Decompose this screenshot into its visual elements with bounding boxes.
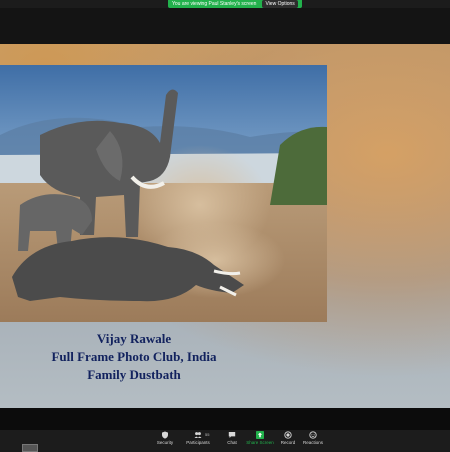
shared-slide: Vijay Rawale Full Frame Photo Club, Indi…	[0, 44, 450, 408]
participants-label: Participants	[186, 440, 210, 445]
slide-caption: Vijay Rawale Full Frame Photo Club, Indi…	[0, 330, 268, 384]
video-area-bottom	[0, 408, 450, 430]
elephant-photo	[0, 65, 327, 322]
self-view-thumbnail[interactable]	[22, 444, 38, 452]
security-label: Security	[156, 440, 174, 445]
club-name: Full Frame Photo Club, India	[51, 349, 217, 364]
chat-label: Chat	[227, 440, 237, 445]
screen-share-notice: You are viewing Paul Stanley's screen Vi…	[168, 0, 302, 8]
meeting-topbar: You are viewing Paul Stanley's screen Vi…	[0, 0, 450, 8]
shield-icon	[162, 431, 168, 439]
photo-title: Family Dustbath	[87, 367, 181, 382]
participants-count: 55	[205, 432, 210, 437]
share-screen-icon	[256, 431, 264, 439]
record-label: Record	[280, 440, 296, 445]
reactions-label: Reactions	[302, 440, 323, 445]
share-screen-label: Share Screen	[246, 440, 274, 445]
participants-button[interactable]: Participants	[181, 431, 215, 445]
share-notice-text: You are viewing Paul Stanley's screen	[172, 1, 257, 7]
security-button[interactable]: Security	[148, 431, 182, 445]
reactions-icon	[309, 431, 317, 439]
video-area-top	[0, 8, 450, 44]
record-icon	[284, 431, 292, 439]
photographer-name: Vijay Rawale	[96, 331, 172, 346]
participants-icon	[194, 432, 202, 438]
reactions-button[interactable]: Reactions	[296, 431, 330, 445]
view-options-button[interactable]: View Options	[262, 0, 298, 8]
meeting-toolbar: Security Participants 55 Chat Share Scre…	[0, 430, 450, 450]
chat-icon	[228, 432, 236, 438]
